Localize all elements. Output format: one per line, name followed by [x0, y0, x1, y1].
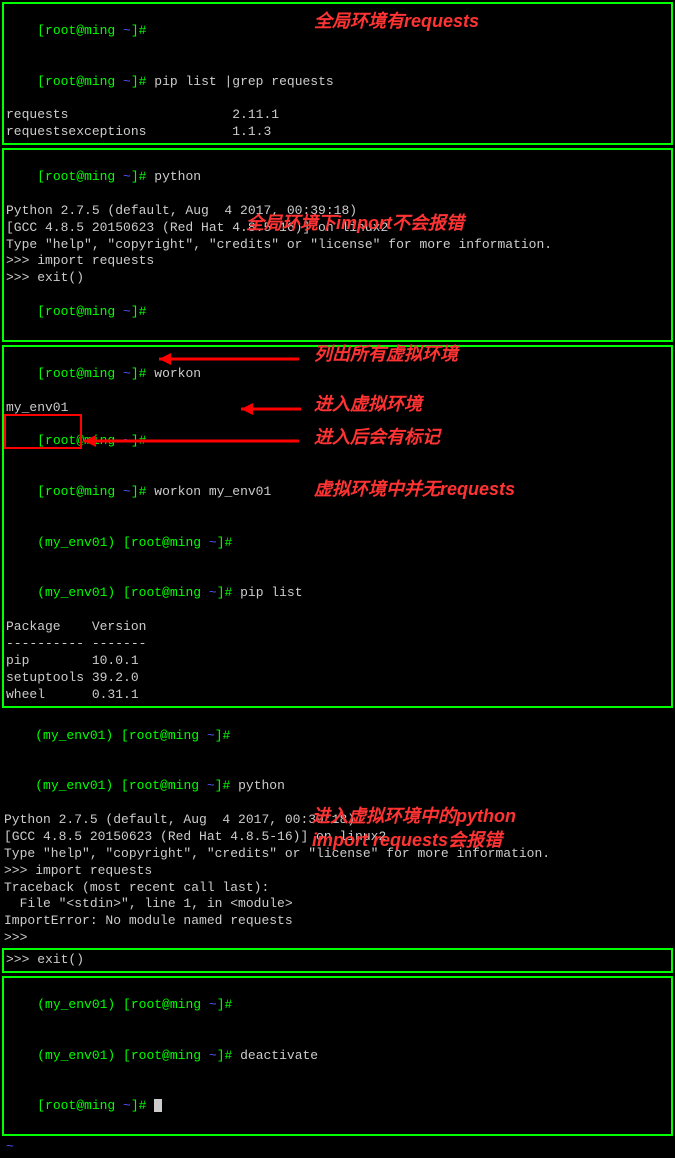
box-global-python: [root@ming ~]# python Python 2.7.5 (defa…	[2, 148, 673, 342]
cmd-python: python	[154, 169, 201, 184]
python-exit: >>> exit()	[6, 270, 669, 287]
python-import-requests: >>> import requests	[4, 863, 671, 880]
cursor	[154, 1099, 162, 1112]
env-prompt-line: (my_env01) [root@ming ~]#	[6, 518, 669, 569]
traceback-file: File "<stdin>", line 1, in <module>	[4, 896, 671, 913]
env-prompt-line: (my_env01) [root@ming ~]#	[6, 980, 669, 1031]
pkg-setuptools: setuptools 39.2.0	[6, 670, 669, 687]
annotation-import-error: import requests会报错	[312, 829, 502, 852]
env-prompt-deactivate: (my_env01) [root@ming ~]# deactivate	[6, 1031, 669, 1082]
python-import-requests: >>> import requests	[6, 253, 669, 270]
annotation-list-envs: 列出所有虚拟环境	[314, 343, 458, 366]
python-exit: >>> exit()	[6, 952, 669, 969]
cmd-pip-grep: pip list |grep requests	[154, 74, 333, 89]
prompt-end: ]#	[131, 23, 154, 38]
traceback: Traceback (most recent call last):	[4, 880, 671, 897]
annotation-env-mark: 进入后会有标记	[314, 426, 440, 449]
prompt-path: ~	[123, 23, 131, 38]
pkg-wheel: wheel 0.31.1	[6, 687, 669, 704]
arrow-workon	[159, 352, 309, 366]
annotation-global-import-ok: 全局环境下import不会报错	[246, 212, 464, 235]
pip-table-sep: ---------- -------	[6, 636, 669, 653]
box-global-piplist: [root@ming ~]# [root@ming ~]# pip list |…	[2, 2, 673, 145]
env-prompt-piplist: (my_env01) [root@ming ~]# pip list	[6, 569, 669, 620]
import-error: ImportError: No module named requests	[4, 913, 671, 930]
box-exit: >>> exit()	[2, 948, 673, 973]
output-requests: requests 2.11.1	[6, 107, 669, 124]
annotation-global-has-requests: 全局环境有requests	[314, 10, 479, 33]
python-cont: >>>	[4, 930, 671, 947]
arrow-workon-env	[241, 402, 311, 416]
python-help: Type "help", "copyright", "credits" or "…	[6, 237, 669, 254]
annotation-enter-env: 进入虚拟环境	[314, 393, 422, 416]
annotation-venv-python: 进入虚拟环境中的python	[312, 805, 516, 828]
box-deactivate: (my_env01) [root@ming ~]# (my_env01) [ro…	[2, 976, 673, 1136]
box-virtualenv: [root@ming ~]# workon my_env01 [root@min…	[2, 345, 673, 708]
prompt-after-deactivate: [root@ming ~]#	[6, 1081, 669, 1132]
annotation-no-requests: 虚拟环境中并无requests	[314, 478, 515, 501]
prompt-user: [root@ming	[37, 23, 123, 38]
pip-table-header: Package Version	[6, 619, 669, 636]
section-venv-python: (my_env01) [root@ming ~]# (my_env01) [ro…	[2, 711, 673, 947]
prompt-line: [root@ming ~]# python	[6, 152, 669, 203]
env-prefix-highlight	[4, 414, 82, 449]
output-requestsexceptions: requestsexceptions 1.1.3	[6, 124, 669, 141]
env-prompt-line: (my_env01) [root@ming ~]#	[4, 711, 671, 762]
prompt-line: [root@ming ~]#	[6, 287, 669, 338]
tilde-line: ~	[2, 1139, 673, 1156]
arrow-env-prefix	[84, 434, 309, 448]
pkg-pip: pip 10.0.1	[6, 653, 669, 670]
prompt-line: [root@ming ~]# pip list |grep requests	[6, 57, 669, 108]
